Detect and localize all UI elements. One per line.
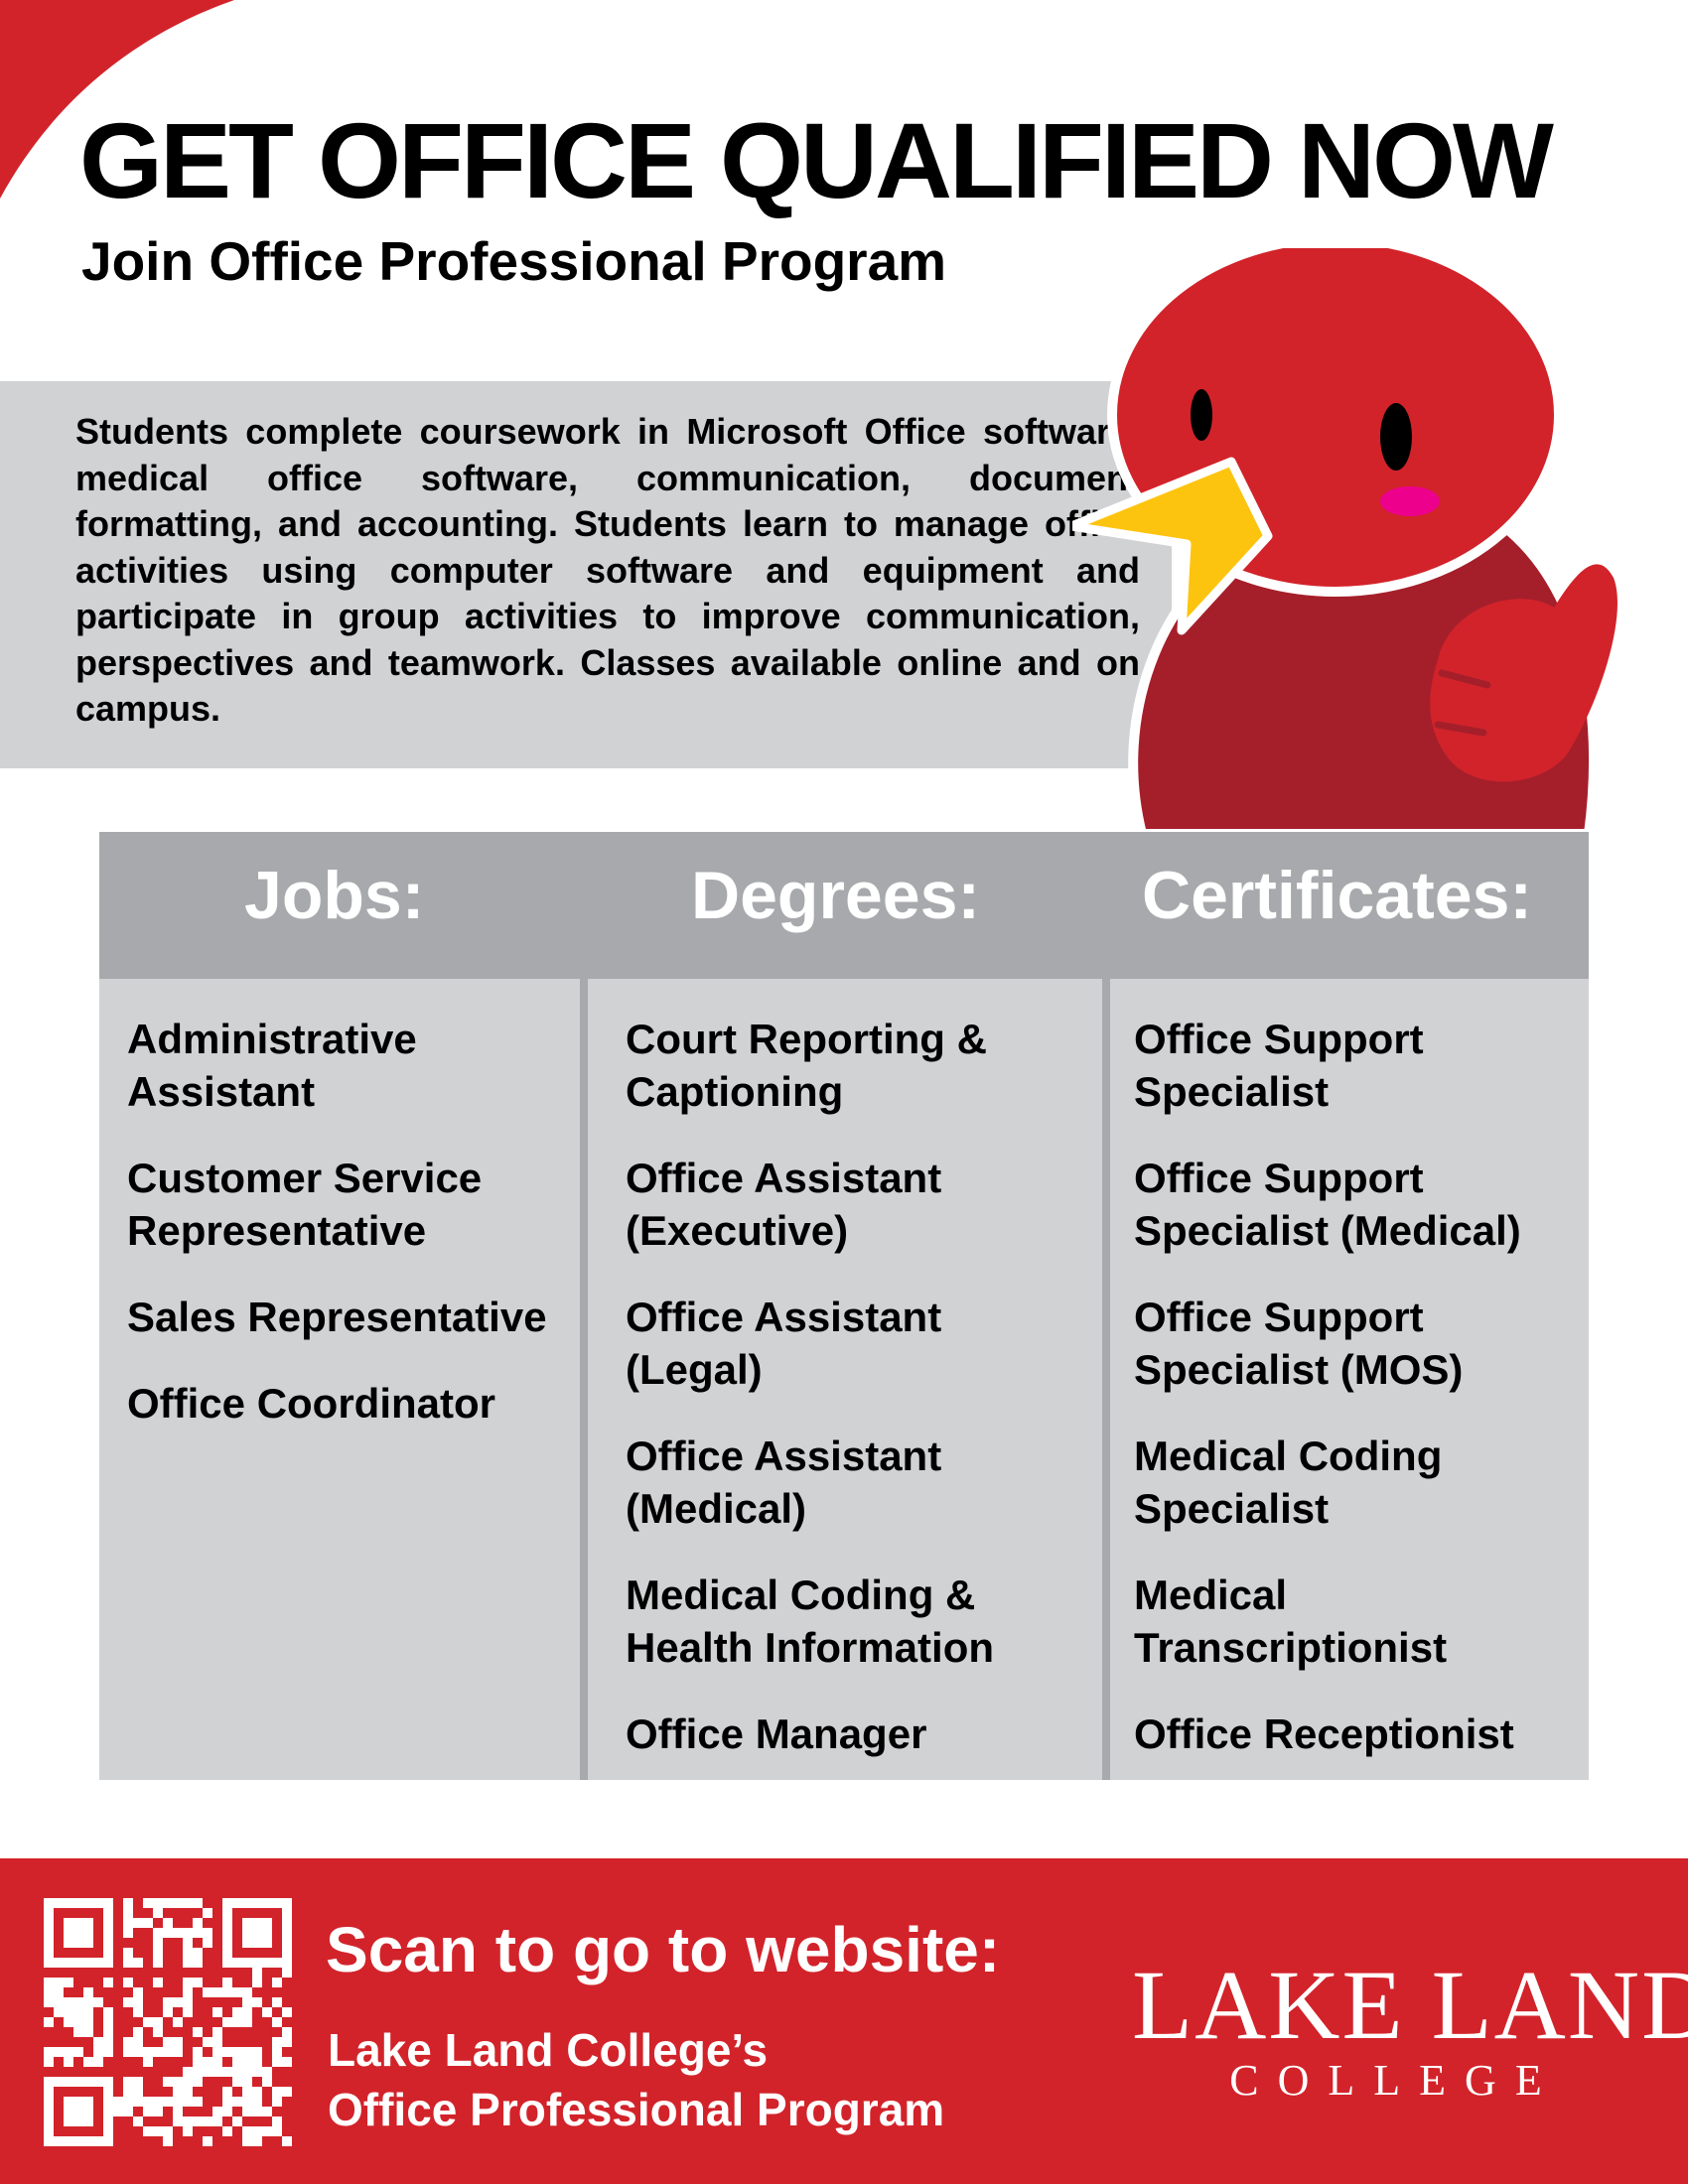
list-item: Administrative Assistant — [127, 1016, 417, 1115]
list-item: Office Support Specialist (MOS) — [1134, 1294, 1464, 1393]
logo-wordmark: LAKE LAND — [1132, 1950, 1688, 2060]
list-item: Sales Representative — [127, 1294, 547, 1340]
list-item: Office Coordinator — [127, 1380, 496, 1427]
list-item: Office Manager — [626, 1710, 927, 1757]
list-item: Medical Transcriptionist — [1134, 1571, 1448, 1671]
list-item: Office Assistant (Medical) — [626, 1433, 942, 1532]
column-divider — [1102, 979, 1110, 1780]
program-name-line-1: Lake Land College’s — [328, 2024, 769, 2076]
jobs-column-title: Jobs: — [244, 858, 425, 933]
programs-table: Jobs: Degrees: Certificates: Administrat… — [99, 832, 1589, 1780]
jobs-list: Administrative Assistant Customer Servic… — [127, 1013, 564, 1463]
qr-code-icon[interactable] — [44, 1898, 292, 2146]
list-item: Office Support Specialist — [1134, 1016, 1424, 1115]
program-name-line-2: Office Professional Program — [328, 2084, 945, 2135]
page-subheadline: Join Office Professional Program — [81, 230, 947, 292]
list-item: Office Assistant (Legal) — [626, 1294, 942, 1393]
certificates-column-title: Certificates: — [1142, 858, 1533, 933]
column-divider — [580, 979, 588, 1780]
certificates-list: Office Support Specialist Office Support… — [1134, 1013, 1581, 1794]
list-item: Medical Coding Specialist — [1134, 1433, 1443, 1532]
list-item: Customer Service Representative — [127, 1155, 483, 1254]
degrees-list: Court Reporting & Captioning Office Assi… — [626, 1013, 1082, 1794]
college-logo: LAKE LAND COLLEGE — [1132, 1950, 1688, 2115]
intro-paragraph: Students complete coursework in Microsof… — [75, 411, 1140, 729]
page-headline: GET OFFICE QUALIFIED NOW — [79, 100, 1554, 220]
degrees-column-title: Degrees: — [691, 858, 981, 933]
list-item: Office Assistant (Executive) — [626, 1155, 942, 1254]
scan-label: Scan to go to website: — [326, 1914, 1001, 1985]
list-item: Court Reporting & Captioning — [626, 1016, 987, 1115]
list-item: Office Receptionist — [1134, 1710, 1514, 1757]
bird-mascot-icon — [1072, 248, 1618, 834]
list-item: Medical Coding & Health Information — [626, 1571, 995, 1671]
logo-subtitle: COLLEGE — [1229, 2056, 1561, 2105]
list-item: Office Support Specialist (Medical) — [1134, 1155, 1521, 1254]
